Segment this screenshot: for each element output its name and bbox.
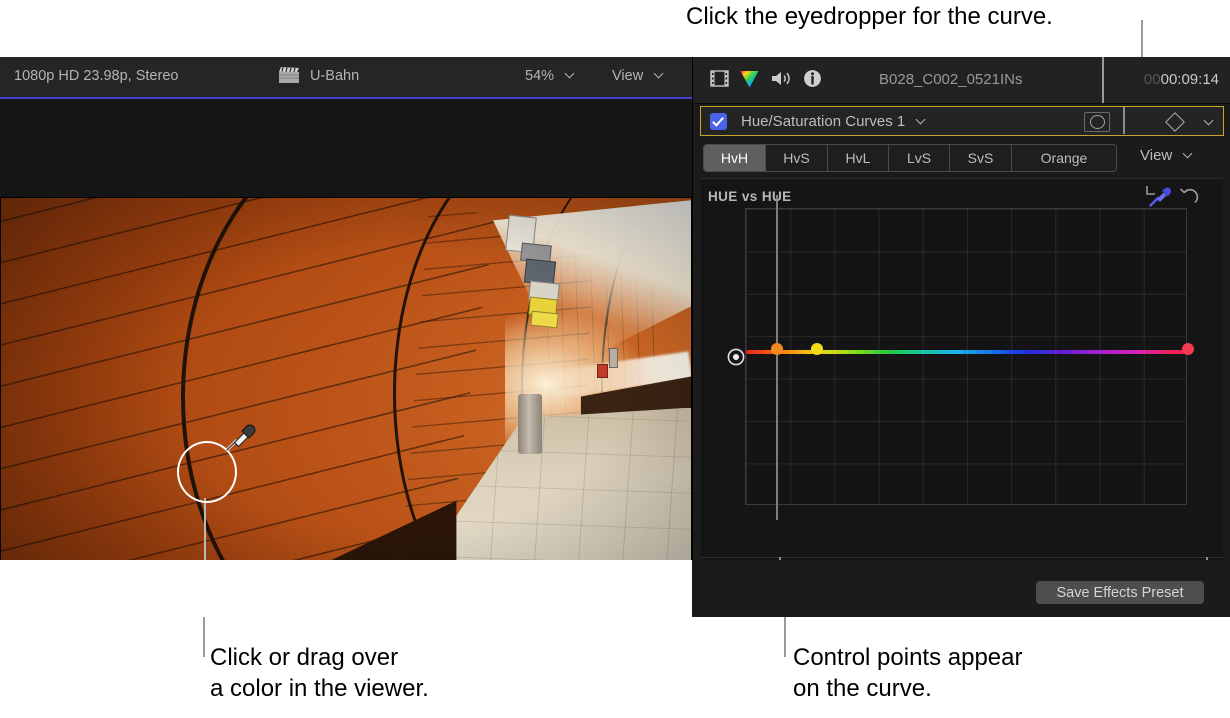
effect-header-row[interactable]: Hue/Saturation Curves 1	[700, 106, 1224, 136]
viewer-letterbox-top	[0, 99, 692, 197]
viewer-format-info: 1080p HD 23.98p, Stereo	[14, 68, 178, 84]
application-window: 1080p HD 23.98p, Stereo U-Bahn 54% View	[0, 57, 1230, 617]
orange-control-point[interactable]	[771, 343, 783, 355]
graph-title: HUE vs HUE	[708, 189, 792, 204]
tab-hvl[interactable]: HvL	[828, 145, 889, 171]
tab-hvh[interactable]: HvH	[704, 145, 766, 171]
inspector-playhead-marker	[1102, 57, 1104, 103]
hue-vs-hue-plot[interactable]	[745, 208, 1187, 505]
chevron-down-icon	[654, 69, 665, 80]
reset-arrow-icon[interactable]	[1179, 186, 1199, 206]
curve-graph-panel: HUE vs HUE	[701, 178, 1223, 608]
chevron-down-icon	[916, 115, 927, 126]
curve-view-label: View	[1140, 147, 1172, 164]
shape-mask-icon[interactable]	[1084, 112, 1110, 132]
info-icon[interactable]	[803, 69, 822, 93]
viewer-top-bar: 1080p HD 23.98p, Stereo U-Bahn 54% View	[0, 57, 692, 98]
yellow-control-point[interactable]	[811, 343, 823, 355]
inspector-clip-name: B028_C002_0521INs	[879, 71, 1022, 88]
tab-svs[interactable]: SvS	[950, 145, 1012, 171]
viewer-view-menu[interactable]: View	[612, 68, 665, 84]
eyedropper-icon[interactable]	[1146, 185, 1172, 209]
inspector-top-bar: B028_C002_0521INs 0000:09:14	[693, 57, 1230, 104]
eyedropper-cursor	[223, 420, 257, 454]
leader-line-bottom-right	[784, 617, 786, 657]
annotation-top: Click the eyedropper for the curve.	[686, 2, 1053, 32]
chevron-down-icon	[1183, 149, 1194, 160]
target-point-icon[interactable]	[727, 348, 745, 366]
save-effects-preset-button[interactable]: Save Effects Preset	[1036, 581, 1204, 604]
annotation-bottom-left-line1: Click or drag over	[210, 643, 398, 673]
viewer-video-frame[interactable]	[0, 197, 692, 587]
inspector-timecode-dim: 00	[1144, 71, 1161, 88]
annotation-bottom-right-line2: on the curve.	[793, 674, 932, 704]
film-strip-icon[interactable]	[710, 69, 729, 93]
effect-name-label: Hue/Saturation Curves 1	[741, 113, 905, 130]
viewer-zoom-value: 54%	[525, 68, 554, 84]
page-background-left	[0, 560, 692, 617]
curve-tab-bar[interactable]: HvHHvSHvLLvSSvSOrange	[703, 144, 1117, 172]
leader-line-bottom-left	[203, 617, 205, 657]
effect-enable-checkbox[interactable]	[710, 113, 727, 130]
inspector-pane: B028_C002_0521INs 0000:09:14 Hue/Saturat…	[692, 57, 1230, 617]
viewer-pane: 1080p HD 23.98p, Stereo U-Bahn 54% View	[0, 57, 692, 617]
viewer-project-title: U-Bahn	[310, 68, 359, 84]
end-control-point[interactable]	[1182, 343, 1194, 355]
inspector-timecode[interactable]: 0000:09:14	[1144, 71, 1219, 88]
plot-playhead-line	[776, 195, 778, 520]
chevron-down-icon	[565, 69, 576, 80]
tab-lvs[interactable]: LvS	[889, 145, 950, 171]
keyframe-diamond-icon[interactable]	[1165, 112, 1185, 132]
audio-speaker-icon[interactable]	[770, 69, 792, 93]
curve-view-menu[interactable]: View	[1140, 147, 1194, 164]
viewer-vignette	[1, 198, 691, 586]
chevron-down-icon[interactable]	[1204, 116, 1215, 127]
tab-orange[interactable]: Orange	[1012, 145, 1116, 171]
viewer-view-label: View	[612, 68, 643, 84]
color-inspector-icon[interactable]	[739, 69, 760, 94]
annotation-bottom-right-line1: Control points appear	[793, 643, 1022, 673]
effect-name-menu[interactable]: Hue/Saturation Curves 1	[741, 113, 927, 130]
viewer-zoom-menu[interactable]: 54%	[525, 68, 576, 84]
inspector-timecode-bright: 00:09:14	[1161, 71, 1219, 88]
divider	[1123, 107, 1125, 134]
annotation-bottom-left-line2: a color in the viewer.	[210, 674, 429, 704]
clapperboard-icon	[278, 65, 300, 90]
tab-hvs[interactable]: HvS	[766, 145, 828, 171]
